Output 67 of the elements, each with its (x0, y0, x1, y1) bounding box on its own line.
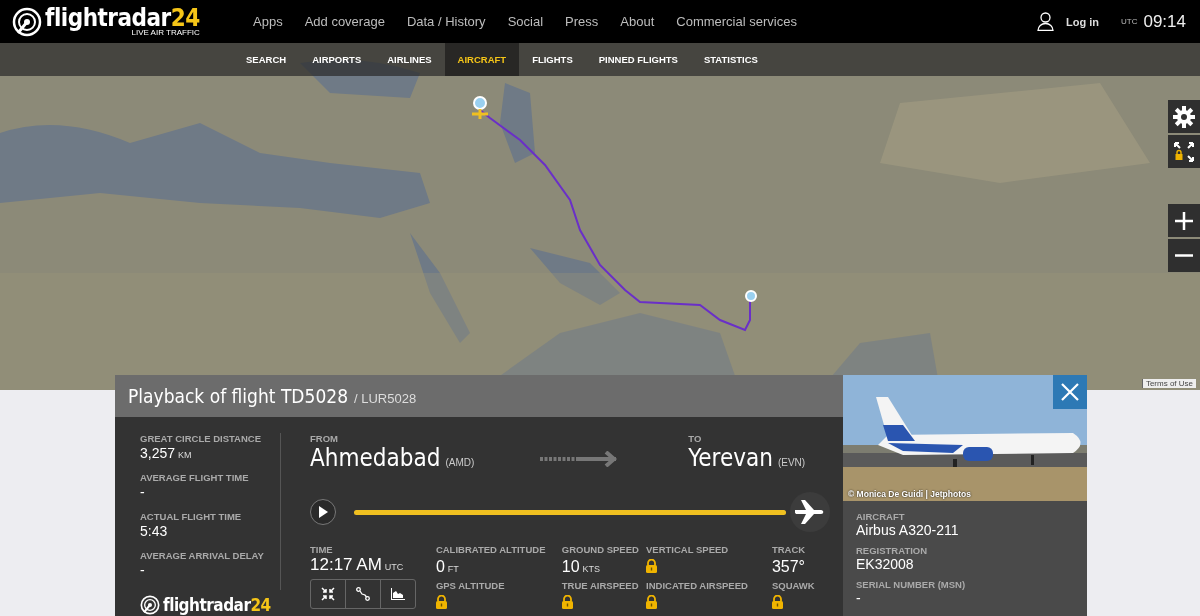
reading-label: TRUE AIRSPEED (561, 580, 640, 591)
field-label: REGISTRATION (856, 545, 929, 556)
utc-label: UTC (1121, 17, 1138, 26)
airport-code: (EVN) (777, 457, 806, 468)
stat-label: ACTUAL FLIGHT TIME (140, 511, 243, 522)
time-value: 12:17 AM (310, 555, 382, 574)
stat-label: AVERAGE FLIGHT TIME (140, 472, 250, 483)
radar-icon (140, 595, 160, 615)
user-icon[interactable] (1037, 12, 1054, 31)
stat-value: - (140, 562, 145, 578)
reading-label: VERTICAL SPEED (646, 544, 730, 555)
play-button[interactable] (310, 499, 336, 525)
reading-value: 10 (561, 558, 580, 575)
reading-value: 357° (771, 558, 805, 575)
nav-link[interactable]: About (609, 14, 666, 29)
field-value: - (856, 590, 862, 606)
nav-link[interactable]: Data / History (395, 14, 497, 29)
unit-label: KM (178, 450, 192, 460)
nav-link[interactable]: Add coverage (293, 14, 396, 29)
nav-link[interactable]: Social (496, 14, 555, 29)
flight-title: Playback of flight TD5028 (128, 385, 349, 407)
field-label: SERIAL NUMBER (MSN) (856, 579, 967, 590)
plane-icon[interactable] (790, 492, 830, 532)
reading-label: SQUAWK (771, 580, 816, 591)
lock-icon (561, 595, 573, 609)
radar-icon (12, 6, 42, 37)
city-name: Ahmedabad (310, 444, 441, 472)
lock-icon (435, 595, 447, 609)
stat-value: 5:43 (140, 523, 168, 539)
route-label: TO (688, 433, 703, 444)
reading-label: TRACK (771, 544, 807, 555)
reading-label: CALIBRATED ALTITUDE (435, 544, 547, 555)
logo-wordmark: flightradar24 (163, 595, 271, 615)
progress-bar[interactable] (354, 509, 786, 515)
stat-value: 3,257 (140, 445, 176, 461)
login-link[interactable]: Log in (1060, 14, 1105, 29)
unit-label: FT (447, 564, 459, 574)
unit-label: KTS (582, 564, 601, 574)
lock-icon (646, 559, 658, 573)
unit-label: UTC (384, 562, 404, 572)
clock-time: 09:14 (1143, 11, 1186, 32)
field-value: Airbus A320-211 (856, 522, 960, 538)
play-icon (318, 506, 328, 518)
city-name: Yerevan (688, 444, 773, 472)
stat-value: - (140, 484, 145, 500)
reading-value: 0 (435, 558, 445, 575)
route-icon (356, 587, 370, 601)
route-label: FROM (310, 433, 339, 444)
logo-tagline: LIVE AIR TRAFFIC (131, 29, 200, 37)
callsign: / LUR5028 (354, 390, 417, 406)
nav-link[interactable]: Apps (242, 14, 294, 29)
chart-icon (391, 588, 405, 600)
collapse-icon (321, 587, 335, 601)
reading-label: INDICATED AIRSPEED (646, 580, 749, 591)
lock-icon (771, 595, 783, 609)
field-value: EK32008 (856, 556, 915, 572)
nav-link[interactable]: Press (554, 14, 610, 29)
airport-code: (AMD) (445, 457, 475, 468)
stat-label: AVERAGE ARRIVAL DELAY (140, 550, 265, 561)
time-label: TIME (310, 544, 334, 555)
field-label: AIRCRAFT (856, 511, 906, 522)
nav-link[interactable]: Commercial services (665, 14, 808, 29)
reading-label: GROUND SPEED (561, 544, 640, 555)
lock-icon (646, 595, 658, 609)
stat-label: GREAT CIRCLE DISTANCE (140, 433, 263, 444)
logo-wordmark[interactable]: flightradar24 (45, 6, 200, 30)
reading-label: GPS ALTITUDE (435, 580, 506, 591)
